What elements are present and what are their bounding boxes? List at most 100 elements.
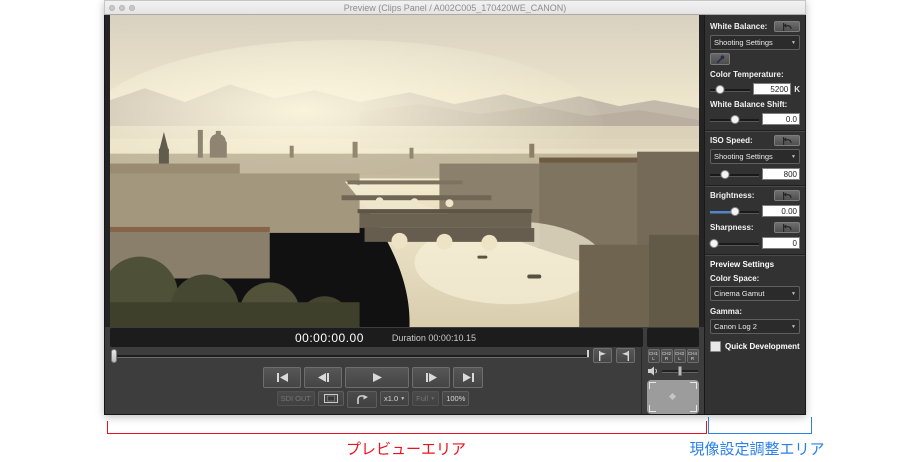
pad-corner-icon — [649, 382, 656, 389]
section-divider — [705, 130, 805, 132]
sdi-out-label: SDI OUT — [281, 394, 311, 403]
channel-side: L — [649, 356, 659, 361]
iso-knob[interactable] — [720, 170, 729, 179]
kelvin-unit-label: K — [794, 85, 800, 94]
channel-side: R — [662, 356, 672, 361]
chevron-down-icon: ▼ — [430, 396, 435, 402]
quick-development-label: Quick Development — [725, 342, 800, 351]
reset-arrow-icon — [782, 137, 792, 145]
volume-row — [648, 366, 698, 376]
letterbox-display-button[interactable] — [318, 391, 344, 406]
iso-preset-value: Shooting Settings — [714, 152, 773, 161]
frame-back-button[interactable] — [304, 367, 342, 388]
color-temperature-input[interactable] — [753, 83, 791, 95]
playback-speed-select[interactable]: x1.0 ▼ — [380, 391, 409, 406]
play-icon — [373, 373, 382, 382]
transport-row — [105, 364, 641, 391]
sharpness-input[interactable] — [762, 237, 800, 249]
fit-select[interactable]: Full ▼ — [412, 391, 439, 406]
image-position-pad[interactable] — [647, 380, 699, 414]
gamma-select[interactable]: Canon Log 2 ▼ — [710, 319, 800, 334]
chevron-down-icon: ▼ — [791, 291, 796, 297]
quick-development-row: Quick Development — [710, 341, 800, 352]
channel-4-button[interactable]: CH4 R — [687, 349, 699, 363]
sharpness-slider[interactable] — [710, 239, 759, 248]
window-content: 00:00:00.00 Duration 00:00:10.15 — [104, 15, 806, 415]
brightness-knob[interactable] — [730, 207, 739, 216]
brightness-reset-button[interactable] — [774, 190, 800, 201]
frame-forward-button[interactable] — [412, 367, 450, 388]
volume-slider[interactable] — [662, 366, 698, 376]
audio-panel: CH1 L CH2 R CH3 L — [641, 347, 704, 414]
reset-arrow-icon — [782, 23, 792, 31]
white-balance-label: White Balance: — [710, 22, 767, 31]
window-title: Preview (Clips Panel / A002C005_170420WE… — [105, 3, 805, 13]
frame-forward-icon — [425, 373, 438, 382]
reset-arrow-icon — [782, 224, 792, 232]
brightness-input[interactable] — [762, 205, 800, 217]
channel-2-button[interactable]: CH2 R — [661, 349, 673, 363]
speaker-icon[interactable] — [648, 366, 659, 376]
gamma-label: Gamma: — [710, 307, 742, 316]
mark-in-button[interactable] — [593, 348, 612, 363]
flag-out-icon — [621, 351, 630, 361]
white-balance-preset-select[interactable]: Shooting Settings ▼ — [710, 35, 800, 50]
timecode-bar: 00:00:00.00 Duration 00:00:10.15 — [110, 328, 643, 347]
section-divider — [705, 185, 805, 187]
white-balance-shift-label: White Balance Shift: — [710, 100, 787, 109]
white-balance-preset-value: Shooting Settings — [714, 38, 773, 47]
color-temperature-slider[interactable] — [710, 85, 750, 94]
sharpness-reset-button[interactable] — [774, 222, 800, 233]
timecode-bar-stub — [647, 328, 699, 347]
player-controls-bar: 00:00:00.00 Duration 00:00:10.15 — [105, 327, 704, 414]
chevron-down-icon: ▼ — [400, 396, 405, 402]
iso-input[interactable] — [762, 168, 800, 180]
color-temperature-knob[interactable] — [715, 85, 724, 94]
slider-track — [710, 174, 759, 176]
sdi-out-button[interactable]: SDI OUT — [277, 391, 315, 406]
white-balance-shift-slider[interactable] — [710, 115, 759, 124]
channel-3-button[interactable]: CH3 L — [674, 349, 686, 363]
preview-settings-heading: Preview Settings — [710, 260, 800, 269]
go-to-start-icon — [276, 373, 289, 382]
brightness-slider[interactable] — [710, 207, 759, 216]
iso-slider[interactable] — [710, 170, 759, 179]
loop-playback-button[interactable] — [347, 391, 377, 408]
zoom-100-button[interactable]: 100% — [442, 391, 469, 406]
video-viewport[interactable] — [110, 15, 699, 327]
play-button[interactable] — [345, 367, 409, 388]
iso-reset-button[interactable] — [774, 135, 800, 146]
playhead-handle[interactable] — [111, 349, 117, 363]
duration-label: Duration 00:00:10.15 — [392, 333, 476, 343]
develop-area-annotation: 現像設定調整エリア — [607, 438, 907, 459]
transport-controls: SDI OUT — [105, 347, 641, 414]
volume-handle[interactable] — [678, 366, 682, 376]
white-balance-shift-knob[interactable] — [731, 115, 740, 124]
timeline-seekbar[interactable] — [111, 351, 589, 361]
channel-1-button[interactable]: CH1 L — [648, 349, 660, 363]
reset-arrow-icon — [782, 192, 792, 200]
iso-preset-select[interactable]: Shooting Settings ▼ — [710, 149, 800, 164]
brightness-label: Brightness: — [710, 191, 754, 200]
white-balance-shift-input[interactable] — [762, 113, 800, 125]
gamma-value: Canon Log 2 — [714, 322, 757, 331]
timeline-row — [105, 347, 641, 364]
channel-buttons: CH1 L CH2 R CH3 L — [648, 349, 699, 363]
go-to-end-icon — [462, 373, 475, 382]
color-space-select[interactable]: Cinema Gamut ▼ — [710, 286, 800, 301]
color-space-value: Cinema Gamut — [714, 289, 764, 298]
window-titlebar[interactable]: Preview (Clips Panel / A002C005_170420WE… — [104, 0, 806, 15]
chevron-down-icon: ▼ — [791, 154, 796, 160]
sharpness-knob[interactable] — [709, 239, 718, 248]
mark-out-button[interactable] — [616, 348, 635, 363]
white-balance-eyedropper-button[interactable] — [710, 53, 730, 65]
white-balance-reset-button[interactable] — [774, 21, 800, 32]
zoom-level-label: 100% — [446, 394, 465, 403]
channel-side: L — [675, 356, 685, 361]
pad-corner-icon — [690, 382, 697, 389]
quick-development-checkbox[interactable] — [710, 341, 721, 352]
chevron-down-icon: ▼ — [791, 324, 796, 330]
letterbox-icon — [324, 394, 338, 403]
go-to-end-button[interactable] — [453, 367, 483, 388]
go-to-start-button[interactable] — [263, 367, 301, 388]
